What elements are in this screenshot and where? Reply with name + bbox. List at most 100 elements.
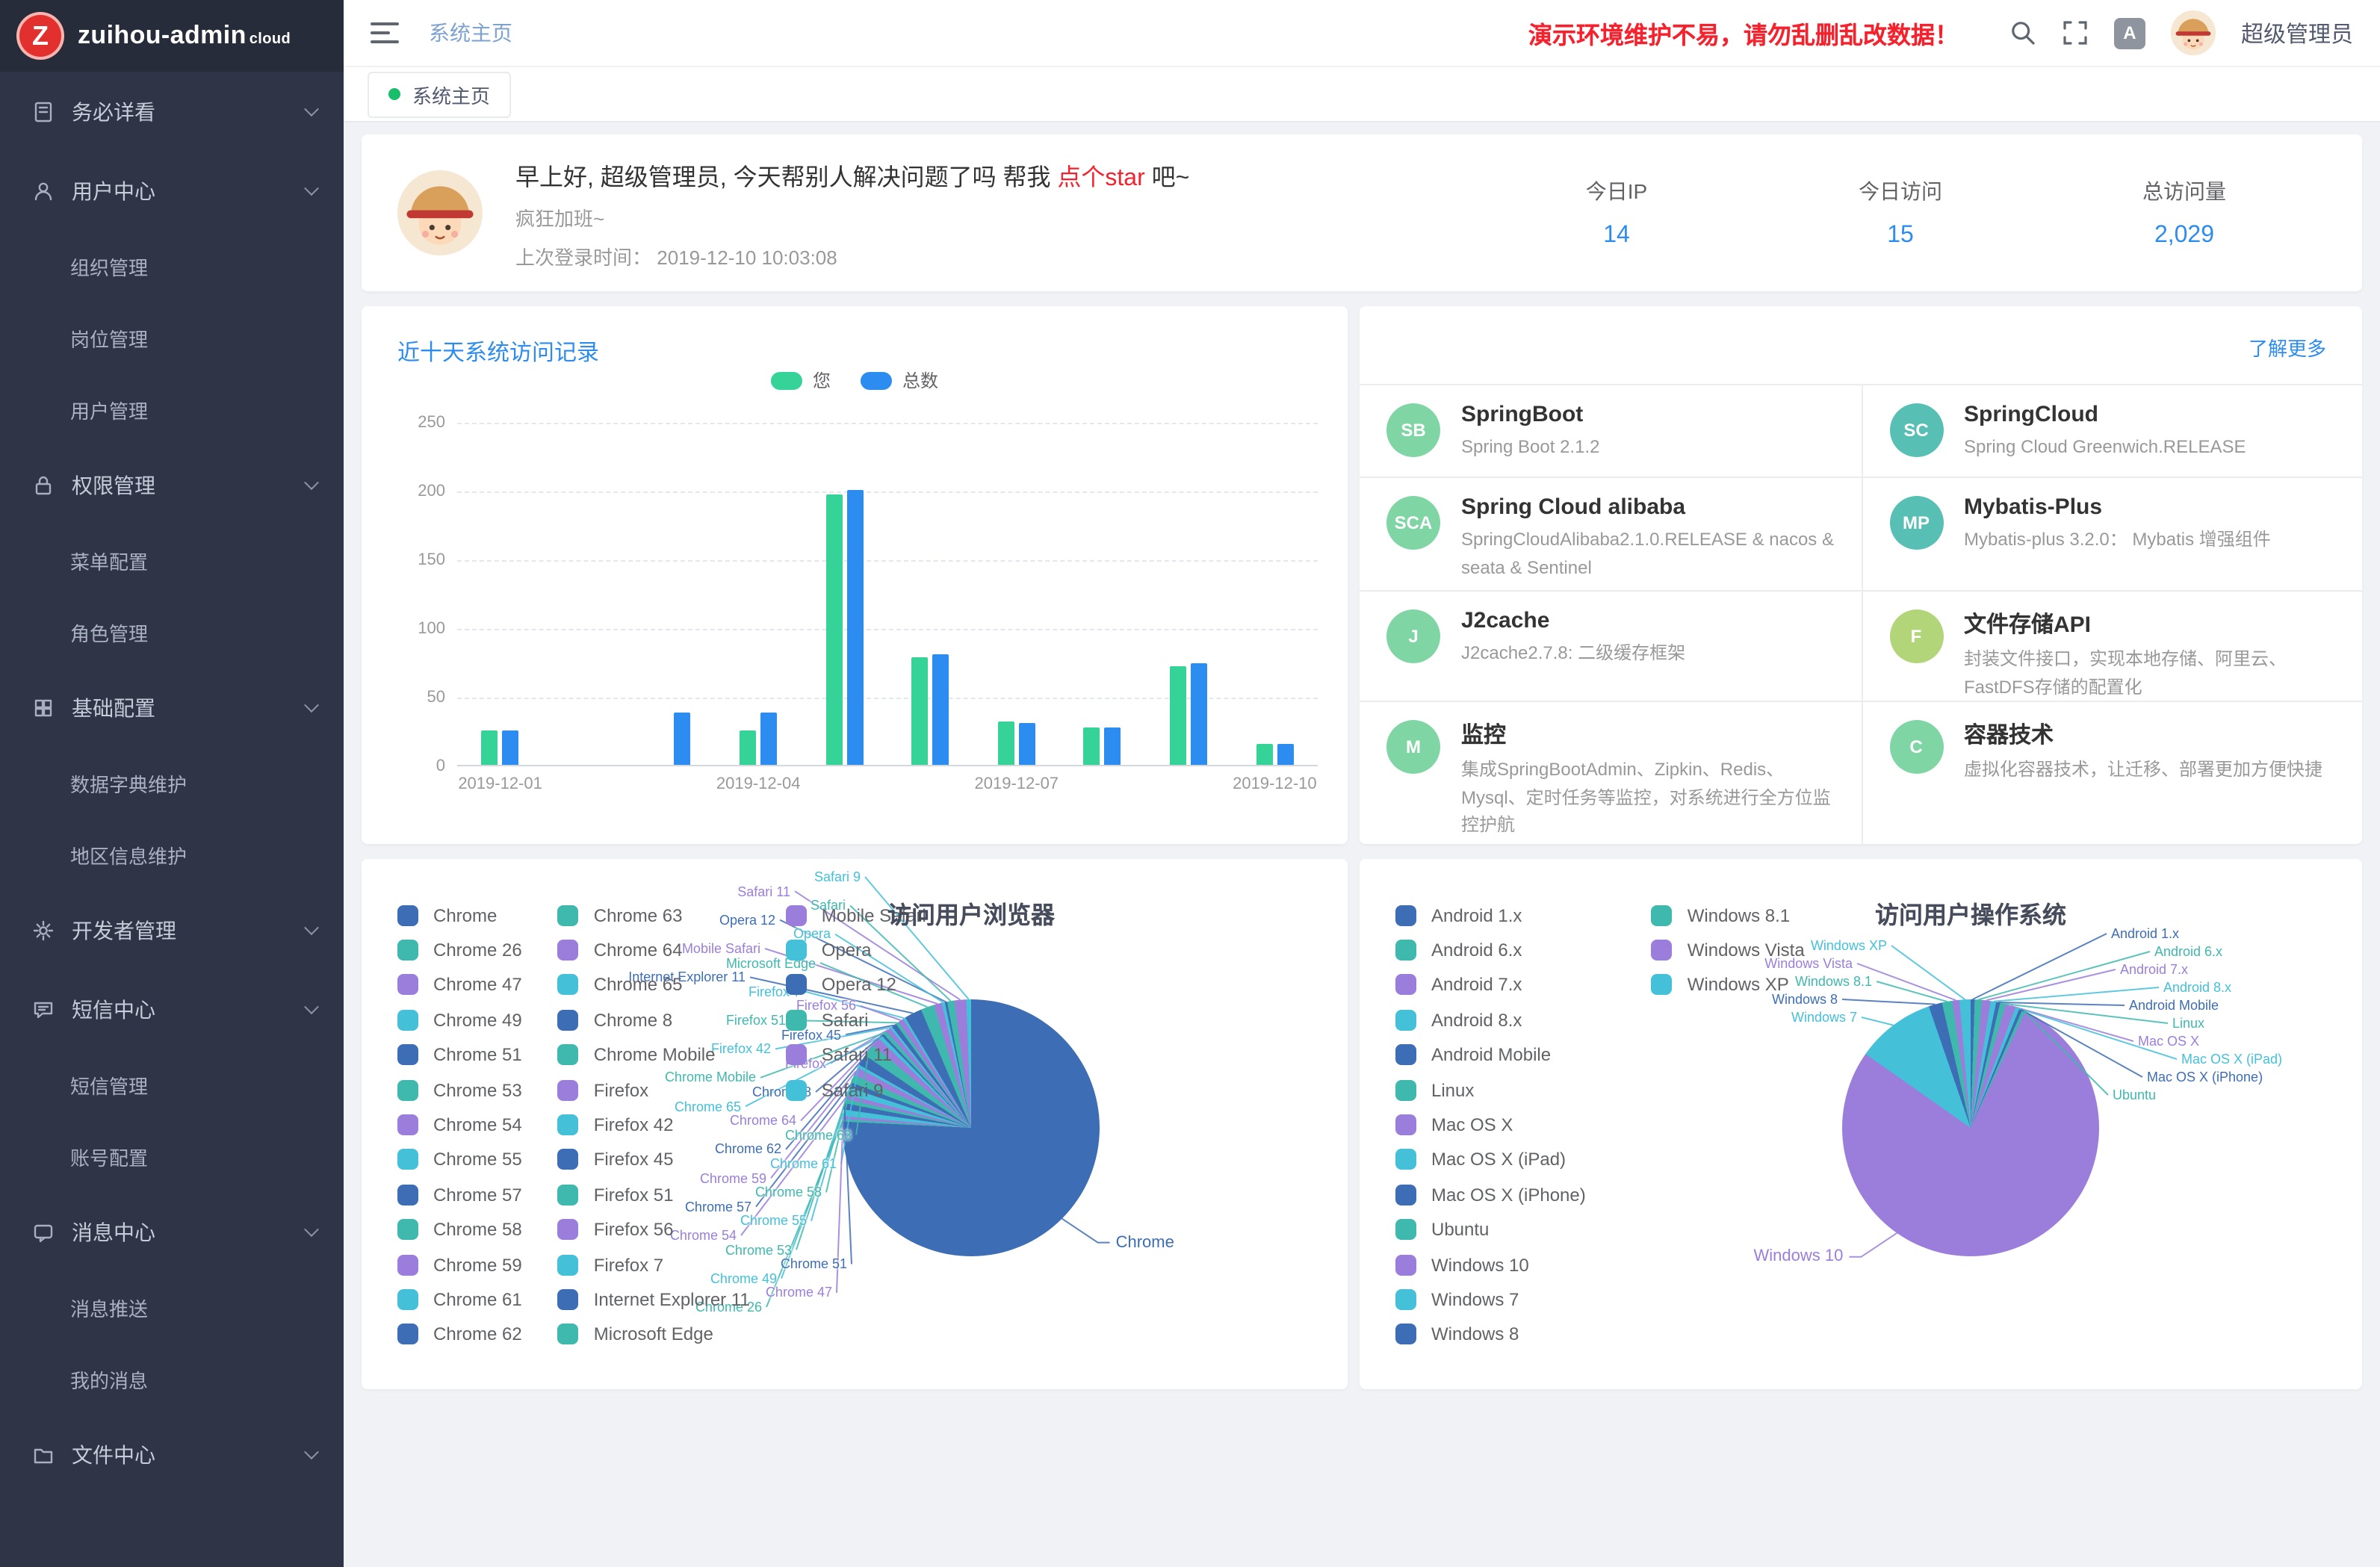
legend-item[interactable]: Chrome 63 (558, 898, 750, 933)
menu-toggle-icon[interactable] (371, 22, 399, 43)
legend-item[interactable]: Opera (786, 933, 926, 968)
legend-item[interactable]: Chrome 64 (558, 933, 750, 968)
legend-item[interactable]: Chrome 57 (397, 1177, 522, 1212)
search-icon[interactable] (2009, 19, 2036, 46)
legend-item[interactable]: Chrome 55 (397, 1142, 522, 1177)
sidebar-subitem[interactable]: 地区信息维护 (0, 819, 344, 890)
bar[interactable] (503, 730, 519, 765)
legend-item[interactable]: 您 (771, 367, 831, 393)
legend-item[interactable]: Windows XP (1652, 968, 1805, 1003)
sidebar-subitem[interactable]: 短信管理 (0, 1049, 344, 1120)
sidebar-subitem[interactable]: 岗位管理 (0, 302, 344, 373)
bar[interactable] (1277, 744, 1293, 765)
user-avatar[interactable] (2171, 10, 2216, 55)
sidebar-item-6[interactable]: 消息中心 (0, 1192, 344, 1271)
tech-item[interactable]: SBSpringBootSpring Boot 2.1.2 (1360, 384, 1861, 477)
legend-item[interactable]: Windows 8 (1395, 1317, 1586, 1352)
legend-item[interactable]: Firefox 7 (558, 1247, 750, 1282)
legend-item[interactable]: Chrome 53 (397, 1073, 522, 1108)
legend-item[interactable]: Windows Vista (1652, 933, 1805, 968)
tech-item[interactable]: F文件存储API封装文件接口，实现本地存储、阿里云、FastDFS存储的配置化 (1861, 590, 2362, 701)
legend-item[interactable]: Safari (786, 1002, 926, 1037)
legend-item[interactable]: Chrome 65 (558, 968, 750, 1003)
bar[interactable] (740, 730, 756, 765)
legend-item[interactable]: Linux (1395, 1073, 1586, 1108)
tech-item[interactable]: C容器技术虚拟化容器技术，让迁移、部署更加方便快捷 (1861, 701, 2362, 844)
legend-item[interactable]: Ubuntu (1395, 1212, 1586, 1247)
font-size-button[interactable]: A (2114, 17, 2145, 49)
bar[interactable] (1019, 724, 1035, 765)
bar[interactable] (846, 490, 863, 765)
legend-item[interactable]: Firefox (558, 1073, 750, 1108)
sidebar-subitem[interactable]: 角色管理 (0, 596, 344, 668)
sidebar-subitem[interactable]: 我的消息 (0, 1343, 344, 1415)
sidebar-subitem[interactable]: 数据字典维护 (0, 747, 344, 819)
app-logo[interactable]: Z zuihou-admincloud (0, 0, 344, 72)
sidebar-item-0[interactable]: 务必详看 (0, 72, 344, 151)
legend-item[interactable]: Chrome 62 (397, 1317, 522, 1352)
legend-item[interactable]: Microsoft Edge (558, 1317, 750, 1352)
legend-item[interactable]: Chrome 59 (397, 1247, 522, 1282)
legend-item[interactable]: Mac OS X (iPad) (1395, 1142, 1586, 1177)
legend-item[interactable]: Chrome 47 (397, 968, 522, 1003)
sidebar-subitem[interactable]: 消息推送 (0, 1271, 344, 1343)
bar[interactable] (675, 713, 691, 765)
fullscreen-icon[interactable] (2062, 19, 2089, 46)
bar[interactable] (912, 658, 929, 766)
tab-home[interactable]: 系统主页 (368, 71, 511, 117)
sidebar-subitem[interactable]: 账号配置 (0, 1120, 344, 1192)
bar[interactable] (1191, 663, 1207, 765)
legend-item[interactable]: Safari 9 (786, 1073, 926, 1108)
star-link[interactable]: 点个star (1057, 165, 1144, 190)
tech-item[interactable]: SCASpring Cloud alibabaSpringCloudAlibab… (1360, 477, 1861, 590)
bar[interactable] (825, 494, 842, 765)
tech-item[interactable]: JJ2cacheJ2cache2.7.8: 二级缓存框架 (1360, 590, 1861, 701)
legend-item[interactable]: Chrome 61 (397, 1282, 522, 1318)
bar[interactable] (482, 730, 498, 765)
legend-item[interactable]: Internet Explorer 11 (558, 1282, 750, 1318)
bar[interactable] (760, 713, 777, 765)
legend-item[interactable]: Android 1.x (1395, 898, 1586, 933)
legend-item[interactable]: Firefox 42 (558, 1108, 750, 1143)
sidebar-subitem[interactable]: 菜单配置 (0, 524, 344, 596)
sidebar-subitem[interactable]: 组织管理 (0, 230, 344, 302)
bar[interactable] (998, 721, 1014, 765)
legend-item[interactable]: Chrome 49 (397, 1002, 522, 1037)
legend-item[interactable]: Chrome 54 (397, 1108, 522, 1143)
legend-item[interactable]: Chrome 51 (397, 1037, 522, 1073)
sidebar-item-3[interactable]: 基础配置 (0, 668, 344, 747)
tech-item[interactable]: SCSpringCloudSpring Cloud Greenwich.RELE… (1861, 384, 2362, 477)
tech-item[interactable]: M监控集成SpringBootAdmin、Zipkin、Redis、Mysql、… (1360, 701, 1861, 844)
bar[interactable] (933, 655, 949, 765)
username-label[interactable]: 超级管理员 (2241, 17, 2353, 49)
bar[interactable] (1256, 744, 1272, 765)
legend-item[interactable]: Opera 12 (786, 968, 926, 1003)
legend-item[interactable]: Android Mobile (1395, 1037, 1586, 1073)
sidebar-item-2[interactable]: 权限管理 (0, 445, 344, 524)
sidebar-item-5[interactable]: 短信中心 (0, 969, 344, 1049)
sidebar-item-4[interactable]: 开发者管理 (0, 890, 344, 969)
learn-more-link[interactable]: 了解更多 (2249, 333, 2326, 362)
legend-item[interactable]: Mac OS X (iPhone) (1395, 1177, 1586, 1212)
legend-item[interactable]: Windows 7 (1395, 1282, 1586, 1318)
legend-item[interactable]: Chrome 26 (397, 933, 522, 968)
legend-item[interactable]: Android 7.x (1395, 968, 1586, 1003)
legend-item[interactable]: Windows 8.1 (1652, 898, 1805, 933)
legend-item[interactable]: Firefox 45 (558, 1142, 750, 1177)
sidebar-item-1[interactable]: 用户中心 (0, 151, 344, 230)
legend-item[interactable]: Windows 10 (1395, 1247, 1586, 1282)
legend-item[interactable]: 总数 (861, 367, 938, 393)
bar[interactable] (1105, 727, 1121, 765)
bar[interactable] (1170, 666, 1186, 765)
legend-item[interactable]: Firefox 51 (558, 1177, 750, 1212)
legend-item[interactable]: Android 8.x (1395, 1002, 1586, 1037)
legend-item[interactable]: Chrome Mobile (558, 1037, 750, 1073)
pie-chart[interactable] (1842, 999, 2099, 1256)
legend-item[interactable]: Android 6.x (1395, 933, 1586, 968)
legend-item[interactable]: Chrome 8 (558, 1002, 750, 1037)
bar[interactable] (1084, 727, 1100, 765)
legend-item[interactable]: Mac OS X (1395, 1108, 1586, 1143)
tech-item[interactable]: MPMybatis-PlusMybatis-plus 3.2.0： Mybati… (1861, 477, 2362, 590)
legend-item[interactable]: Chrome (397, 898, 522, 933)
sidebar-item-7[interactable]: 文件中心 (0, 1415, 344, 1494)
